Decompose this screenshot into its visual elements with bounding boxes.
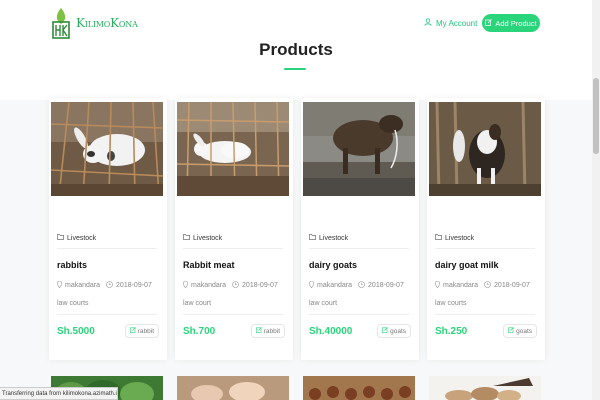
product-category: Livestock <box>309 234 348 242</box>
product-price: Sh.700 <box>183 326 216 337</box>
product-image-rabbit[interactable] <box>51 102 163 196</box>
page-scrollbar[interactable] <box>592 0 600 400</box>
brand-logo[interactable]: KilimoKona <box>50 6 138 40</box>
user-icon <box>424 18 432 28</box>
add-product-button[interactable]: Add Product <box>482 14 540 32</box>
card-divider <box>435 314 535 315</box>
browser-status-bar: Transferring data from kilimokona.azimat… <box>0 387 118 400</box>
page-title: Products <box>259 40 333 59</box>
tag-label: goats <box>516 327 532 335</box>
card-divider <box>309 314 409 315</box>
card-divider <box>435 248 535 249</box>
add-product-label: Add Product <box>495 18 537 28</box>
product-tag[interactable]: rabbit <box>124 324 159 338</box>
tag-label: rabbit <box>263 327 280 335</box>
folder-icon <box>183 234 190 242</box>
product-image-chickens[interactable] <box>303 376 415 400</box>
location-pin-icon <box>182 280 189 290</box>
logo-text: KilimoKona <box>76 16 138 30</box>
card-divider <box>57 248 157 249</box>
product-date: 2018-09-07 <box>242 282 278 289</box>
edit-icon <box>508 327 514 335</box>
product-price: Sh.40000 <box>309 326 353 337</box>
product-card[interactable]: Livestock rabbits makandara 2018-09-07 l… <box>49 98 167 360</box>
product-name[interactable]: rabbits <box>57 260 87 270</box>
product-location: makandara <box>443 282 479 289</box>
scrollbar-thumb[interactable] <box>593 78 599 154</box>
product-category: Livestock <box>183 234 222 242</box>
product-card[interactable]: Livestock dairy goat milk makandara 2018… <box>427 98 545 360</box>
product-date: 2018-09-07 <box>116 282 152 289</box>
card-divider <box>57 314 157 315</box>
folder-icon <box>435 234 442 242</box>
product-price: Sh.250 <box>435 326 468 337</box>
product-name[interactable]: dairy goat milk <box>435 260 499 270</box>
tag-label: goats <box>390 327 406 335</box>
product-name[interactable]: Rabbit meat <box>183 260 235 270</box>
folder-icon <box>57 234 64 242</box>
product-image-dairy-goats[interactable] <box>303 102 415 196</box>
edit-icon <box>255 327 262 335</box>
product-image-potatoes[interactable] <box>429 376 541 400</box>
product-category: Livestock <box>435 234 474 242</box>
product-location: makandara <box>317 282 353 289</box>
location-pin-icon <box>434 280 441 290</box>
product-image-piglets[interactable] <box>177 376 289 400</box>
category-label: Livestock <box>193 234 223 242</box>
card-divider <box>183 248 283 249</box>
my-account-label: My Account <box>436 18 478 28</box>
product-price: Sh.5000 <box>57 326 95 337</box>
my-account-link[interactable]: My Account <box>424 18 477 28</box>
card-divider <box>183 314 283 315</box>
product-category: Livestock <box>57 234 96 242</box>
product-location: makandara <box>191 282 227 289</box>
product-meta: makandara 2018-09-07 <box>182 280 278 290</box>
product-date: 2018-09-07 <box>368 282 404 289</box>
product-address: law court <box>309 300 338 307</box>
title-underline <box>284 68 306 70</box>
logo-mark-icon <box>50 6 72 40</box>
category-label: Livestock <box>445 234 475 242</box>
product-tag[interactable]: goats <box>503 324 537 338</box>
product-meta: makandara 2018-09-07 <box>56 280 152 290</box>
product-name[interactable]: dairy goats <box>309 260 357 270</box>
product-tag[interactable]: rabbit <box>250 324 285 338</box>
edit-icon <box>129 327 136 335</box>
edit-icon <box>485 18 493 28</box>
product-image-rabbit-meat[interactable] <box>177 102 289 196</box>
product-address: law courts <box>57 300 89 307</box>
edit-icon <box>382 327 388 335</box>
product-location: makandara <box>65 282 101 289</box>
clock-icon <box>106 281 113 290</box>
product-date: 2018-09-07 <box>494 282 530 289</box>
folder-icon <box>309 234 316 242</box>
product-tag[interactable]: goats <box>377 324 411 338</box>
product-meta: makandara 2018-09-07 <box>434 280 530 290</box>
tag-label: rabbit <box>137 327 154 335</box>
clock-icon <box>232 281 239 290</box>
product-card[interactable]: Livestock Rabbit meat makandara 2018-09-… <box>175 98 293 360</box>
product-address: law courts <box>435 300 467 307</box>
clock-icon <box>484 281 491 290</box>
product-image-dairy-goat-milk[interactable] <box>429 102 541 196</box>
category-label: Livestock <box>67 234 97 242</box>
category-label: Livestock <box>319 234 349 242</box>
card-divider <box>309 248 409 249</box>
clock-icon <box>358 281 365 290</box>
product-address: law court <box>183 300 212 307</box>
location-pin-icon <box>56 280 63 290</box>
location-pin-icon <box>308 280 315 290</box>
product-meta: makandara 2018-09-07 <box>308 280 404 290</box>
product-card[interactable]: Livestock dairy goats makandara 2018-09-… <box>301 98 419 360</box>
